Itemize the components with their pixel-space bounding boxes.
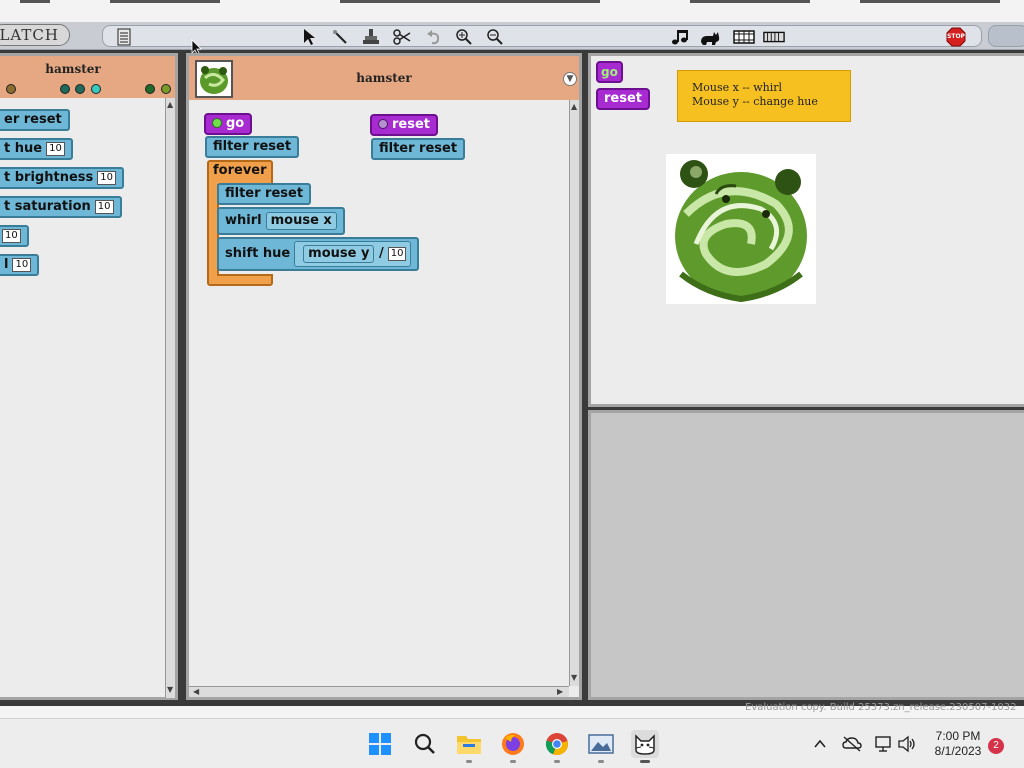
mouse-y-reporter[interactable]: mouse y [303, 245, 375, 263]
instructions-note: Mouse x -- whirl Mouse y -- change hue [677, 70, 851, 122]
taskbar: 7:00 PM 8/1/2023 2 [0, 718, 1024, 768]
sound-editor-icon[interactable] [669, 28, 691, 46]
palette-block-shift-saturation[interactable]: t saturation 10 [0, 196, 122, 218]
when-go-hat-block[interactable]: go [204, 113, 253, 135]
pointer-tool-icon[interactable] [298, 28, 320, 46]
chrome-icon[interactable] [543, 730, 571, 758]
new-sprite-cat-icon[interactable] [699, 28, 721, 46]
palette-scrollbar[interactable]: ▲ ▼ [165, 98, 175, 698]
sprite-menu-button[interactable]: ▼ [563, 72, 577, 86]
stage[interactable]: go reset Mouse x -- whirl Mouse y -- cha… [588, 53, 1024, 407]
system-clock[interactable]: 7:00 PM 8/1/2023 [920, 729, 996, 759]
show-hidden-icons-chevron-icon[interactable] [806, 730, 834, 758]
shift-hue-block[interactable]: shift hue mouse y /10 [217, 237, 420, 271]
notification-badge[interactable]: 2 [988, 738, 1004, 754]
reset-filter-reset-block[interactable]: filter reset [371, 138, 466, 160]
editor-horizontal-scrollbar[interactable]: ◀ ▶ [189, 686, 569, 697]
presentation-mode-icon[interactable] [763, 28, 785, 46]
palette-header: hamster [0, 56, 175, 98]
scratch-taskbar-icon[interactable] [631, 730, 659, 758]
scissors-icon[interactable] [391, 28, 413, 46]
toolbar: STOP [102, 25, 982, 47]
photos-app-icon[interactable] [587, 730, 615, 758]
volume-icon[interactable] [893, 730, 921, 758]
sprite-sorter-pane [588, 410, 1024, 700]
sprite-name: hamster [356, 71, 412, 85]
go-indicator-icon [212, 118, 222, 128]
palette-dot[interactable] [60, 84, 70, 94]
film-icon[interactable] [733, 28, 755, 46]
palette-block-whirl[interactable]: 10 [0, 225, 29, 247]
stage-go-button[interactable]: go [596, 61, 623, 83]
palette-dot[interactable] [91, 84, 101, 94]
magic-wand-icon[interactable] [329, 28, 351, 46]
file-explorer-icon[interactable] [455, 730, 483, 758]
onedrive-offline-icon[interactable] [838, 730, 866, 758]
clock-date: 8/1/2023 [934, 744, 982, 758]
palette-title: hamster [45, 62, 101, 76]
palette-block-filter-reset[interactable]: er reset [0, 109, 70, 131]
whirl-block[interactable]: whirl mouse x [217, 207, 345, 235]
divide-reporter[interactable]: mouse y /10 [294, 241, 412, 267]
palette-block-shift-brightness[interactable]: t brightness 10 [0, 167, 124, 189]
palette-block-shift-hue[interactable]: t hue 10 [0, 138, 73, 160]
zoom-out-icon[interactable] [484, 28, 506, 46]
stop-label: STOP [947, 33, 965, 40]
palette-block-shift-l[interactable]: l 10 [0, 254, 40, 276]
menu-bar: LATCH STOP [0, 22, 1024, 50]
filter-reset-block[interactable]: filter reset [205, 136, 300, 158]
when-reset-hat-block[interactable]: reset [370, 114, 438, 136]
sprite-header: hamster ▼ [189, 56, 579, 100]
note-line-2: Mouse y -- change hue [692, 95, 818, 108]
search-icon[interactable] [411, 730, 439, 758]
note-line-1: Mouse x -- whirl [692, 81, 783, 94]
block-palette: hamster er reset t hue 10 t brightness 10 … [0, 53, 178, 700]
evaluation-watermark: Evaluation copy. Build 25373.zn_release.… [745, 702, 1017, 713]
hamster-sprite[interactable] [666, 154, 816, 304]
divide-value[interactable]: 10 [387, 247, 407, 261]
palette-dot[interactable] [161, 84, 171, 94]
palette-dot[interactable] [75, 84, 85, 94]
zoom-in-icon[interactable] [453, 28, 475, 46]
clock-time: 7:00 PM [935, 729, 981, 743]
start-button-icon[interactable] [366, 730, 394, 758]
inner-filter-reset-block[interactable]: filter reset [217, 183, 312, 205]
script-editor: hamster ▼ go filter reset forever filter… [186, 53, 582, 700]
forever-label: forever [213, 163, 267, 178]
file-menu-icon[interactable] [113, 28, 135, 46]
window-top-strip [0, 0, 1024, 22]
undo-icon[interactable] [423, 28, 445, 46]
palette-dot[interactable] [145, 84, 155, 94]
editor-vertical-scrollbar[interactable]: ▲ ▼ [569, 100, 579, 686]
stamp-tool-icon[interactable] [360, 28, 382, 46]
reset-indicator-icon [378, 119, 388, 129]
stop-button[interactable]: STOP [945, 27, 967, 47]
scratch-logo: LATCH [0, 24, 70, 46]
stage-reset-button[interactable]: reset [596, 88, 650, 110]
mouse-x-reporter[interactable]: mouse x [265, 212, 337, 230]
firefox-icon[interactable] [499, 730, 527, 758]
palette-dot[interactable] [6, 84, 16, 94]
toolbar-extra [988, 25, 1024, 47]
